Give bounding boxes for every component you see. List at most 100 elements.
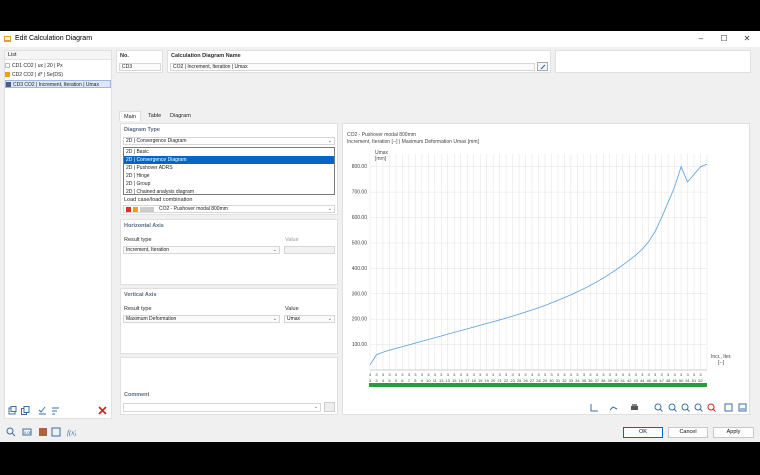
- v-value-select[interactable]: Umax ⌄: [284, 315, 335, 323]
- y-tick-label: 600.00: [352, 215, 368, 221]
- y-tick-labels: 100.00 200.00 300.00 400.00 500.00 600.00 700.…: [352, 164, 368, 348]
- x-tick-label-iteration: 3: [648, 372, 651, 377]
- x-tick-label-iteration: 3: [486, 372, 489, 377]
- tab-diagram[interactable]: Diagram: [166, 111, 195, 121]
- x-tick-label-increment: 25: [517, 378, 522, 383]
- name-field[interactable]: CO2 | Increment, Iteration | Umax: [170, 63, 535, 71]
- cancel-button[interactable]: Cancel: [668, 427, 708, 438]
- settings-icon[interactable]: [738, 403, 747, 412]
- h-value-field[interactable]: [284, 246, 335, 254]
- x-tick-label-increment: 39: [608, 378, 613, 383]
- load-type-badge: [140, 207, 154, 212]
- chart-subtitle: Increment, Iteration [--] | Maximum Defo…: [347, 139, 479, 145]
- v-result-type-select[interactable]: Maximum Deformation ⌄: [123, 315, 280, 323]
- x-tick-label-iteration: 3: [596, 372, 599, 377]
- number-field[interactable]: CD3: [119, 63, 161, 71]
- x-tick-label-increment: 10: [426, 378, 431, 383]
- zoom-all-icon[interactable]: [694, 403, 703, 412]
- edit-name-button[interactable]: [537, 62, 548, 71]
- window-title: Edit Calculation Diagram: [15, 35, 93, 42]
- load-case-select[interactable]: CO2 - Pushover modal 800mm ⌄: [123, 205, 335, 213]
- ok-button[interactable]: OK: [623, 427, 663, 438]
- x-tick-label-increment: 51: [685, 378, 690, 383]
- x-tick-label-increment: 49: [672, 378, 677, 383]
- zoom-reset-icon[interactable]: [707, 403, 716, 412]
- comment-label: Comment: [124, 392, 150, 398]
- tab-main[interactable]: Main: [119, 111, 141, 121]
- zoom-out-icon[interactable]: [668, 403, 677, 412]
- x-tick-label-iteration: 3: [395, 372, 398, 377]
- y-tick-label: 400.00: [352, 266, 368, 272]
- export-icon[interactable]: [724, 403, 733, 412]
- chart-series-icon[interactable]: [609, 403, 618, 412]
- dropdown-option[interactable]: 2D | Pushover ADRS: [124, 164, 334, 172]
- chart-title: CO2 - Pushover modal 800mm: [347, 132, 416, 138]
- x-tick-label-iteration: 3: [557, 372, 560, 377]
- dropdown-option-selected[interactable]: 2D | Convergence Diagram: [124, 156, 334, 164]
- h-result-type-value: Increment, Iteration: [126, 247, 170, 253]
- name-label: Calculation Diagram Name: [171, 53, 241, 59]
- print-icon[interactable]: [630, 403, 639, 412]
- x-tick-label-iteration: 3: [427, 372, 430, 377]
- x-tick-label-iteration: 3: [375, 372, 378, 377]
- dropdown-option[interactable]: 2D | Chained analysis diagram: [124, 188, 334, 196]
- x-tick-label-increment: 43: [633, 378, 638, 383]
- maximize-button[interactable]: ☐: [717, 33, 731, 45]
- dropdown-option[interactable]: 2D | Group: [124, 180, 334, 188]
- list-pane: List: [4, 50, 112, 419]
- tab-table[interactable]: Table: [144, 111, 165, 121]
- x-tick-label-iteration: 3: [693, 372, 696, 377]
- delete-icon[interactable]: [98, 406, 107, 415]
- x-tick-label-increment: 3: [375, 378, 378, 383]
- x-tick-label-increment: 3: [369, 378, 372, 383]
- chart-axis-icon[interactable]: [590, 403, 599, 412]
- pencil-icon: [540, 64, 546, 70]
- units-icon[interactable]: 0.00: [22, 427, 32, 437]
- list-item-label: CD2 CO2 | d* | Se(DS): [12, 72, 63, 78]
- function-icon[interactable]: f(x): [66, 427, 76, 437]
- x-tick-label-iteration: 3: [460, 372, 463, 377]
- x-tick-label-increment: 7: [408, 378, 411, 383]
- comment-library-button[interactable]: [324, 402, 335, 412]
- x-tick-label-iteration: 3: [473, 372, 476, 377]
- color-icon[interactable]: [38, 427, 48, 437]
- search-icon[interactable]: [6, 427, 16, 437]
- x-tick-label-increment: 34: [575, 378, 580, 383]
- copy-item-icon[interactable]: [21, 406, 30, 415]
- new-item-icon[interactable]: [8, 406, 17, 415]
- x-tick-label-increment: 36: [588, 378, 593, 383]
- list-item-cd3[interactable]: CD3 CO2 | Increment, Iteration | Umax: [5, 80, 111, 88]
- apply-button[interactable]: Apply: [713, 427, 754, 438]
- x-tick-label-iteration: 3: [622, 372, 625, 377]
- h-result-type-select[interactable]: Increment, Iteration ⌄: [123, 246, 280, 254]
- x-tick-label-increment: 48: [666, 378, 671, 383]
- h-value-label: Value: [285, 237, 299, 243]
- dropdown-option[interactable]: 2D | Basic: [124, 148, 334, 156]
- zoom-window-icon[interactable]: [681, 403, 690, 412]
- view-icon[interactable]: [51, 427, 61, 437]
- x-tick-label-iteration: 3: [576, 372, 579, 377]
- convergence-chart: CO2 - Pushover modal 800mm Increment, It…: [347, 132, 732, 387]
- list-item-cd1[interactable]: CD1 CO2 | ux | 20 | Px: [5, 62, 111, 70]
- diagram-type-select[interactable]: 2D | Convergence Diagram ⌄: [123, 137, 335, 145]
- dropdown-option[interactable]: 2D | Hinge: [124, 172, 334, 180]
- x-tick-label-iteration: 3: [434, 372, 437, 377]
- check-list-icon[interactable]: [38, 406, 47, 415]
- number-label: No.: [120, 53, 129, 59]
- zoom-in-icon[interactable]: [654, 403, 663, 412]
- y-tick-label: 800.00: [352, 164, 368, 170]
- x-tick-label-increment: 11: [433, 378, 438, 383]
- title-bar: Edit Calculation Diagram – ☐ ✕: [0, 31, 760, 47]
- minimize-button[interactable]: –: [694, 33, 708, 45]
- x-tick-label-iteration: 3: [479, 372, 482, 377]
- x-tick-label-iteration: 3: [673, 372, 676, 377]
- x-tick-label-iteration: 3: [505, 372, 508, 377]
- x-tick-label-iteration: 3: [667, 372, 670, 377]
- close-button[interactable]: ✕: [740, 33, 754, 45]
- x-tick-label-iteration: 3: [609, 372, 612, 377]
- x-tick-labels: 3333343535363738393103113133133153163173…: [369, 372, 704, 383]
- sort-list-icon[interactable]: [51, 406, 60, 415]
- x-tick-label-increment: 26: [523, 378, 528, 383]
- list-item-cd2[interactable]: CD2 CO2 | d* | Se(DS): [5, 71, 111, 79]
- comment-field[interactable]: ⌄: [123, 403, 321, 412]
